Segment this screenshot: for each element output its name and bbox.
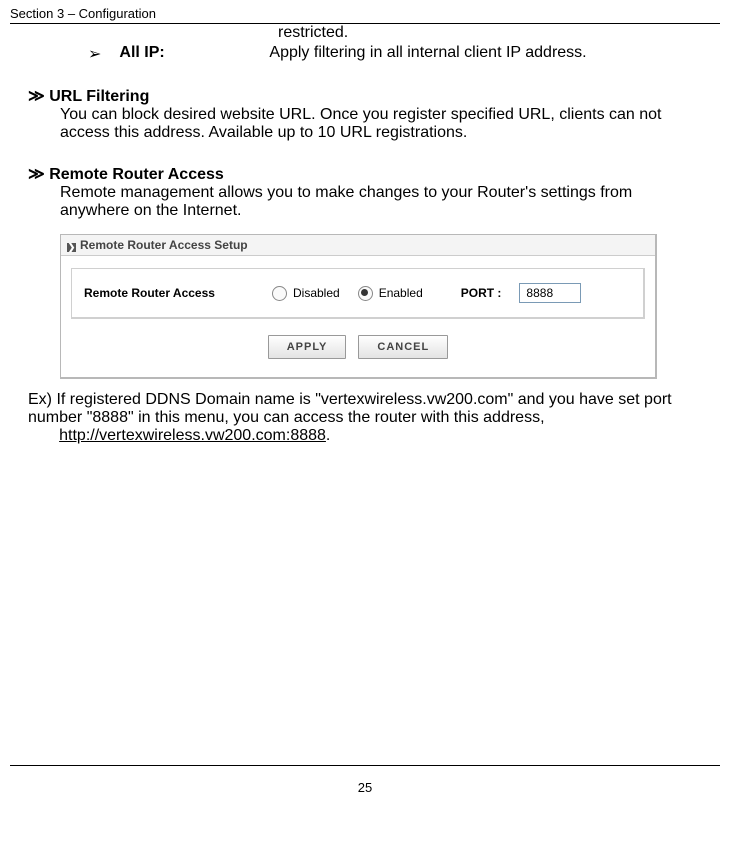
remote-access-head: ≫ Remote Router Access — [28, 164, 702, 184]
url-filtering-head: ≫ URL Filtering — [28, 86, 702, 106]
remote-access-enabled-option[interactable]: Enabled — [358, 286, 423, 301]
panel-title-icon: ❯ — [67, 243, 76, 252]
bullet-icon: ➢ — [88, 44, 101, 64]
remote-access-fieldset: Remote Router Access Disabled Enabled PO… — [71, 268, 645, 319]
apply-button[interactable]: APPLY — [268, 335, 347, 359]
remote-access-disabled-option[interactable]: Disabled — [272, 286, 340, 301]
section-header: Section 3 – Configuration — [10, 6, 720, 24]
example-prefix: Ex) If registered DDNS Domain name is "v… — [28, 391, 672, 426]
enabled-label: Enabled — [379, 286, 423, 300]
url-filtering-body: You can block desired website URL. Once … — [28, 106, 702, 142]
remote-access-title: Remote Router Access — [49, 166, 224, 183]
all-ip-desc: Apply filtering in all internal client I… — [269, 44, 586, 62]
restricted-text: restricted. — [28, 24, 702, 42]
radio-icon[interactable] — [272, 286, 287, 301]
all-ip-label: All IP: — [119, 44, 269, 62]
port-input[interactable] — [519, 283, 581, 303]
panel-title-text: Remote Router Access Setup — [80, 238, 248, 252]
remote-access-panel: ❯ Remote Router Access Setup Remote Route… — [60, 234, 657, 379]
cjk-bullet-icon: ≫ — [28, 88, 45, 105]
disabled-label: Disabled — [293, 286, 340, 300]
remote-access-body: Remote management allows you to make cha… — [28, 184, 702, 220]
example-link[interactable]: http://vertexwireless.vw200.com:8888 — [59, 427, 326, 444]
remote-access-row-label: Remote Router Access — [84, 286, 254, 300]
port-label: PORT : — [461, 286, 502, 300]
cancel-button[interactable]: CANCEL — [358, 335, 448, 359]
all-ip-row: ➢ All IP: Apply filtering in all interna… — [28, 42, 702, 64]
example-text-block: Ex) If registered DDNS Domain name is "v… — [28, 391, 702, 445]
cjk-bullet-icon: ≫ — [28, 166, 45, 183]
panel-title: ❯ Remote Router Access Setup — [61, 235, 655, 256]
radio-icon[interactable] — [358, 286, 373, 301]
example-suffix: . — [326, 427, 330, 444]
page-number: 25 — [10, 766, 720, 795]
url-filtering-title: URL Filtering — [49, 88, 149, 105]
